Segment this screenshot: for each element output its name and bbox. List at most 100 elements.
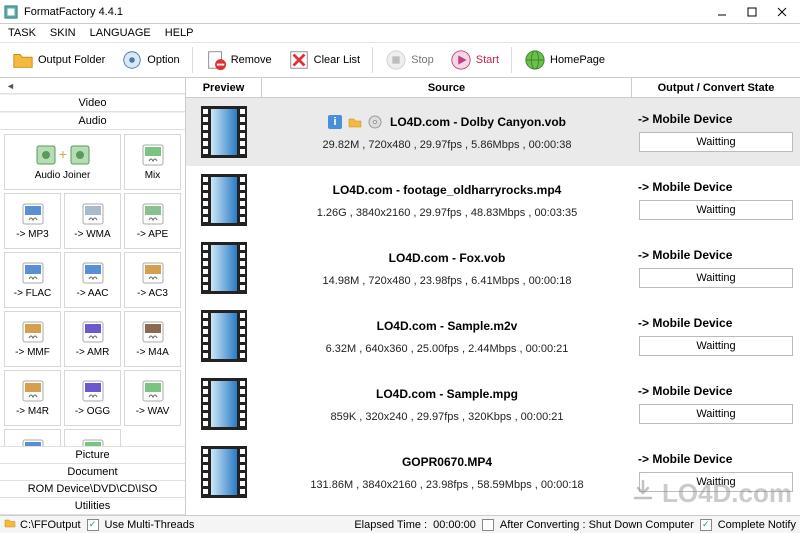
menu-language[interactable]: LANGUAGE: [90, 27, 151, 39]
convert-state[interactable]: Waitting: [639, 404, 793, 424]
disc-icon[interactable]: [368, 115, 382, 129]
minimize-button[interactable]: [708, 3, 736, 21]
source-cell: LO4D.com - Fox.vob 14.98M , 720x480 , 23.…: [262, 234, 632, 302]
separator: [372, 47, 373, 73]
file-meta: 29.82M , 720x480 , 29.97fps , 5.86Mbps ,…: [323, 139, 572, 151]
file-name: GOPR0670.MP4: [402, 455, 492, 469]
header-source[interactable]: Source: [262, 78, 632, 97]
format-icon: [79, 202, 107, 226]
header-output[interactable]: Output / Convert State: [632, 78, 800, 97]
format-item[interactable]: Mix: [124, 134, 181, 190]
clear-list-button[interactable]: Clear List: [282, 45, 366, 75]
format-item[interactable]: +Audio Joiner: [4, 134, 121, 190]
file-name: LO4D.com - Fox.vob: [389, 251, 506, 265]
row-actions: i: [328, 115, 382, 129]
menu-skin[interactable]: SKIN: [50, 27, 76, 39]
file-name: LO4D.com - Sample.m2v: [377, 319, 518, 333]
category-rom[interactable]: ROM Device\DVD\CD\ISO: [0, 481, 185, 498]
multi-threads-checkbox[interactable]: [87, 519, 99, 531]
folder-small-icon[interactable]: [4, 517, 16, 532]
sidebar-collapse[interactable]: ◄: [0, 78, 185, 94]
format-item[interactable]: -> AC3: [124, 252, 181, 308]
complete-notify-checkbox[interactable]: [700, 519, 712, 531]
format-item[interactable]: -> WAV: [124, 370, 181, 426]
output-path[interactable]: C:\FFOutput: [20, 519, 81, 531]
file-meta: 131.86M , 3840x2160 , 23.98fps , 58.59Mb…: [310, 479, 583, 491]
after-converting-checkbox[interactable]: [482, 519, 494, 531]
category-document[interactable]: Document: [0, 464, 185, 481]
stop-button[interactable]: Stop: [379, 45, 440, 75]
statusbar: C:\FFOutput Use Multi-Threads Elapsed Ti…: [0, 515, 800, 533]
file-name: LO4D.com - Dolby Canyon.vob: [390, 115, 566, 129]
table-row[interactable]: LO4D.com - Sample.m2v 6.32M , 640x360 , 2…: [186, 302, 800, 370]
main: ◄ Video Audio +Audio JoinerMix-> MP3-> W…: [0, 78, 800, 515]
file-meta: 1.26G , 3840x2160 , 29.97fps , 48.83Mbps…: [317, 207, 578, 219]
format-item[interactable]: -> WMA: [64, 193, 121, 249]
format-icon: [139, 202, 167, 226]
format-label: -> M4R: [16, 406, 49, 417]
file-meta: 14.98M , 720x480 , 23.98fps , 6.41Mbps ,…: [323, 275, 572, 287]
format-icon: [19, 202, 47, 226]
format-label: -> MMF: [15, 347, 50, 358]
convert-state[interactable]: Waitting: [639, 268, 793, 288]
file-meta: 6.32M , 640x360 , 25.00fps , 2.44Mbps , …: [326, 343, 569, 355]
convert-state[interactable]: Waitting: [639, 336, 793, 356]
titlebar: FormatFactory 4.4.1: [0, 0, 800, 24]
table-row[interactable]: LO4D.com - Fox.vob 14.98M , 720x480 , 23.…: [186, 234, 800, 302]
format-item[interactable]: WavPack: [4, 429, 61, 446]
info-icon[interactable]: i: [328, 115, 342, 129]
film-icon: [201, 378, 247, 430]
source-cell: LO4D.com - Sample.mpg 859K , 320x240 , 29…: [262, 370, 632, 438]
format-item[interactable]: -> AAC: [64, 252, 121, 308]
file-name: LO4D.com - Sample.mpg: [376, 387, 518, 401]
format-icon: [19, 379, 47, 403]
convert-state[interactable]: Waitting: [639, 472, 793, 492]
menubar: TASK SKIN LANGUAGE HELP: [0, 24, 800, 42]
maximize-button[interactable]: [738, 3, 766, 21]
table-row[interactable]: LO4D.com - Sample.mpg 859K , 320x240 , 29…: [186, 370, 800, 438]
output-folder-button[interactable]: Output Folder: [6, 45, 111, 75]
menu-task[interactable]: TASK: [8, 27, 36, 39]
start-button[interactable]: Start: [444, 45, 505, 75]
complete-notify-label: Complete Notify: [718, 519, 796, 531]
format-icon: [139, 261, 167, 285]
homepage-button[interactable]: HomePage: [518, 45, 611, 75]
table-row[interactable]: GOPR0670.MP4 131.86M , 3840x2160 , 23.98f…: [186, 438, 800, 506]
format-item[interactable]: -> M4R: [4, 370, 61, 426]
format-item[interactable]: -> MP3: [4, 193, 61, 249]
category-utilities[interactable]: Utilities: [0, 498, 185, 515]
film-icon: [201, 106, 247, 158]
option-button[interactable]: Option: [115, 45, 185, 75]
category-video[interactable]: Video: [0, 94, 185, 112]
file-meta: 859K , 320x240 , 29.97fps , 320Kbps , 00…: [330, 411, 563, 423]
preview-cell: [186, 438, 262, 506]
format-icon: [79, 261, 107, 285]
output-target: -> Mobile Device: [632, 112, 732, 126]
format-item[interactable]: -> FLAC: [4, 252, 61, 308]
format-item[interactable]: -> MMF: [4, 311, 61, 367]
format-icon: [79, 379, 107, 403]
format-item[interactable]: -> APE: [124, 193, 181, 249]
format-item[interactable]: -> MP2: [64, 429, 121, 446]
format-item[interactable]: -> OGG: [64, 370, 121, 426]
film-icon: [201, 446, 247, 498]
remove-button[interactable]: Remove: [199, 45, 278, 75]
convert-state[interactable]: Waitting: [639, 200, 793, 220]
category-picture[interactable]: Picture: [0, 447, 185, 464]
folder-icon[interactable]: [348, 115, 362, 129]
category-audio[interactable]: Audio: [0, 112, 185, 130]
format-icon: [139, 143, 167, 167]
preview-cell: [186, 302, 262, 370]
header-preview[interactable]: Preview: [186, 78, 262, 97]
list-header: Preview Source Output / Convert State: [186, 78, 800, 98]
menu-help[interactable]: HELP: [165, 27, 194, 39]
close-button[interactable]: [768, 3, 796, 21]
globe-icon: [524, 49, 546, 71]
format-item[interactable]: -> AMR: [64, 311, 121, 367]
format-item[interactable]: -> M4A: [124, 311, 181, 367]
start-icon: [450, 49, 472, 71]
svg-text:+: +: [58, 146, 66, 162]
convert-state[interactable]: Waitting: [639, 132, 793, 152]
table-row[interactable]: LO4D.com - footage_oldharryrocks.mp41.26…: [186, 166, 800, 234]
table-row[interactable]: i LO4D.com - Dolby Canyon.vob 29.82M , 720…: [186, 98, 800, 166]
